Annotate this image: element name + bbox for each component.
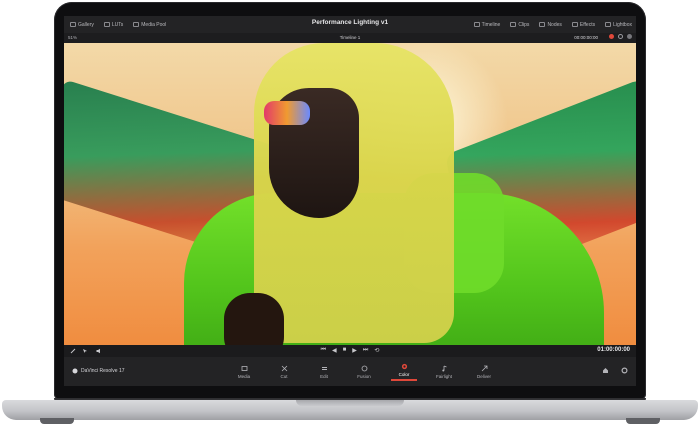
laptop-foot-left xyxy=(40,418,74,424)
gallery-label: Gallery xyxy=(78,21,94,28)
cursor-icon[interactable] xyxy=(82,348,87,353)
luts-label: LUTs xyxy=(111,21,124,28)
gallery-icon xyxy=(70,22,76,27)
viewer-options xyxy=(609,34,632,39)
tab-color-label: Color xyxy=(398,372,410,378)
clips-button[interactable]: Clips xyxy=(510,22,529,28)
tab-fairlight-label: Fairlight xyxy=(435,374,452,379)
page-navigation: DaVinci Resolve 17 Media Cut Edit Fusion… xyxy=(64,357,636,386)
media-pool-label: Media Pool xyxy=(141,21,167,28)
tab-fusion-label: Fusion xyxy=(357,374,371,379)
page-tabs: Media Cut Edit Fusion Color Fairlight De… xyxy=(224,361,504,383)
lightbox-button[interactable]: Lightbox xyxy=(605,22,632,28)
loop-icon[interactable]: ⟲ xyxy=(374,347,379,354)
tab-cut-label: Cut xyxy=(280,374,288,379)
color-page-icon xyxy=(401,363,408,370)
more-icon[interactable] xyxy=(627,34,632,39)
tab-edit[interactable]: Edit xyxy=(304,361,344,383)
tab-color[interactable]: Color xyxy=(384,361,424,383)
clips-icon xyxy=(510,22,517,27)
volume-icon[interactable] xyxy=(96,348,101,354)
zoom-dropdown[interactable]: 51% xyxy=(68,35,77,40)
laptop-foot-right xyxy=(626,418,660,424)
lightbox-icon xyxy=(605,22,612,27)
effects-label: Effects xyxy=(579,21,596,28)
timeline-label: Timeline xyxy=(481,21,501,28)
skip-forward-icon[interactable]: ⏭ xyxy=(363,347,368,354)
pencil-icon[interactable] xyxy=(70,348,76,354)
pagebar-right-icons xyxy=(602,367,628,375)
active-tab-indicator xyxy=(391,379,417,381)
viewer-timecode: 00:00:00:00 xyxy=(574,35,598,40)
transport-bar: ⏮ ◀ ■ ▶ ⏭ ⟲ 01:00:00:00 xyxy=(64,345,636,357)
brand-label: DaVinci Resolve 17 xyxy=(81,368,125,374)
tab-media-label: Media xyxy=(237,374,251,379)
cut-page-icon xyxy=(281,365,288,372)
top-toolbar: Gallery LUTs Media Pool Performance Ligh… xyxy=(64,16,636,33)
tab-media[interactable]: Media xyxy=(224,361,264,383)
resolve-logo-icon xyxy=(72,368,78,374)
brand: DaVinci Resolve 17 xyxy=(72,368,125,374)
tab-deliver-label: Deliver xyxy=(476,374,491,379)
settings-icon[interactable] xyxy=(618,34,623,39)
lightbox-label: Lightbox xyxy=(613,21,632,28)
fusion-page-icon xyxy=(361,365,368,372)
luts-icon xyxy=(103,22,110,27)
media-pool-icon xyxy=(133,22,140,27)
laptop-scoop xyxy=(296,400,404,406)
clips-label: Clips xyxy=(518,21,530,28)
edit-page-icon xyxy=(321,365,328,372)
tab-fusion[interactable]: Fusion xyxy=(344,361,384,383)
top-right-tools: Timeline Clips Nodes Effects Lightbox xyxy=(473,16,632,33)
skip-back-icon[interactable]: ⏮ xyxy=(321,347,326,354)
gear-icon[interactable] xyxy=(621,367,628,375)
nodes-icon xyxy=(539,22,546,27)
media-pool-button[interactable]: Media Pool xyxy=(133,22,166,28)
luts-button[interactable]: LUTs xyxy=(103,21,124,28)
record-icon[interactable] xyxy=(609,34,614,39)
project-title: Performance Lighting v1 xyxy=(311,19,389,26)
app-window: Gallery LUTs Media Pool Performance Ligh… xyxy=(64,16,636,386)
timeline-button[interactable]: Timeline xyxy=(473,21,501,28)
tab-cut[interactable]: Cut xyxy=(264,361,304,383)
nodes-button[interactable]: Nodes xyxy=(539,21,562,28)
media-page-icon xyxy=(241,365,248,372)
tab-fairlight[interactable]: Fairlight xyxy=(424,361,464,383)
stop-icon[interactable]: ■ xyxy=(343,347,347,354)
fairlight-page-icon xyxy=(441,365,448,372)
video-viewer[interactable] xyxy=(64,43,636,358)
gallery-button[interactable]: Gallery xyxy=(70,22,94,28)
effects-icon xyxy=(571,22,578,27)
timeline-selector[interactable]: Timeline 1 xyxy=(340,35,361,40)
step-back-icon[interactable]: ◀ xyxy=(332,347,337,354)
tab-deliver[interactable]: Deliver xyxy=(464,361,504,383)
tab-edit-label: Edit xyxy=(320,374,328,379)
playback-controls: ⏮ ◀ ■ ▶ ⏭ ⟲ xyxy=(321,347,380,354)
deliver-page-icon xyxy=(481,365,488,372)
playhead-timecode: 01:00:00:00 xyxy=(597,347,630,353)
goggles xyxy=(264,101,310,125)
timeline-icon xyxy=(473,22,480,27)
play-icon[interactable]: ▶ xyxy=(352,347,357,354)
home-icon[interactable] xyxy=(602,367,609,375)
effects-button[interactable]: Effects xyxy=(571,21,596,28)
nodes-label: Nodes xyxy=(547,21,562,28)
viewer-header: 51% Timeline 1 00:00:00:00 xyxy=(64,33,636,43)
top-left-tools: Gallery LUTs Media Pool xyxy=(64,22,172,28)
